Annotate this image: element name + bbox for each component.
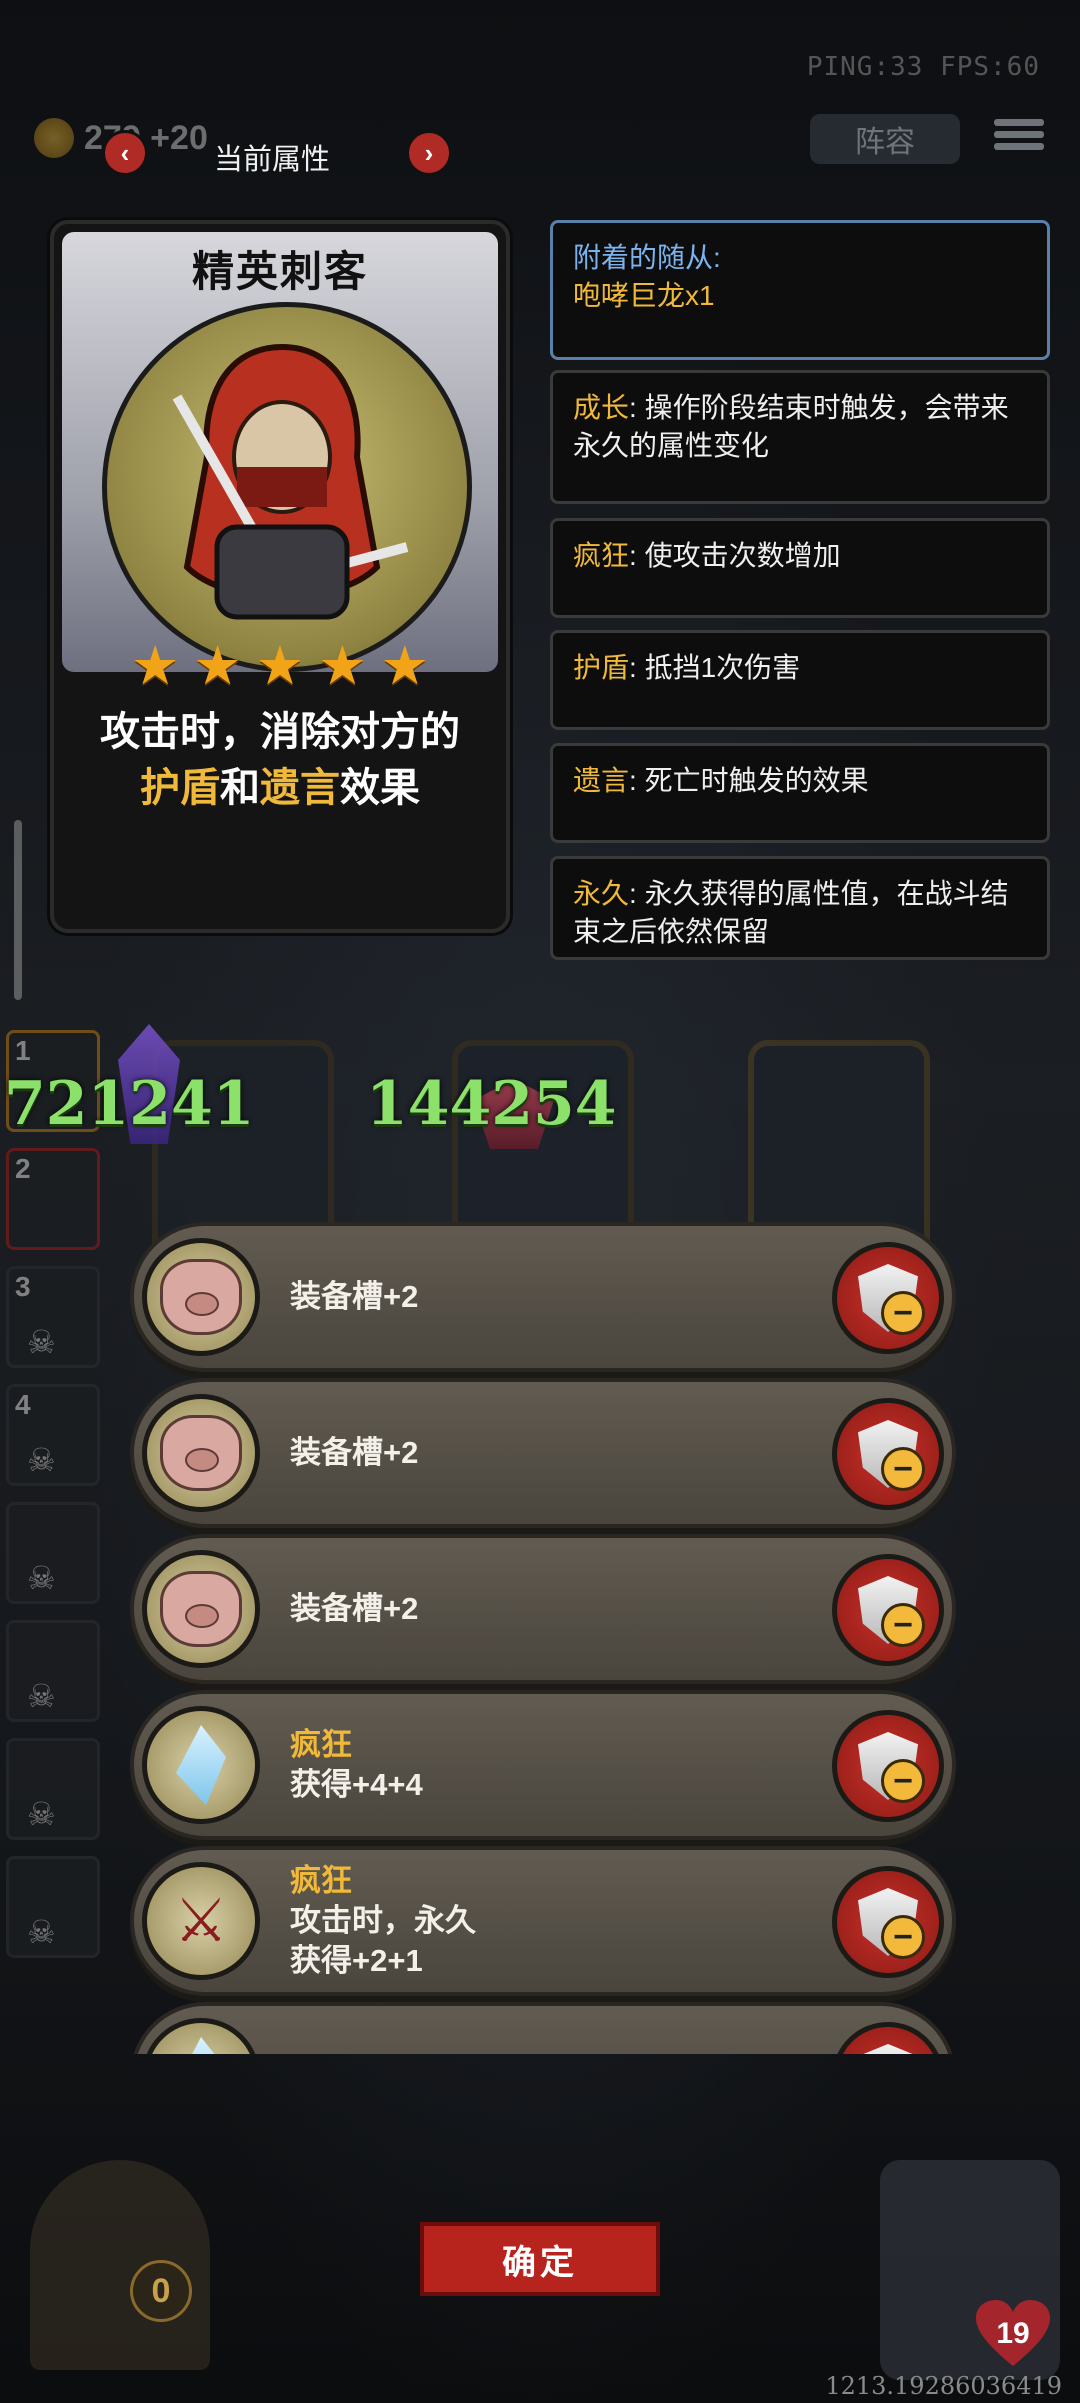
equipment-line: 装备槽+2 bbox=[290, 1279, 419, 1314]
legacy-keyword: 遗言 bbox=[573, 765, 630, 796]
minus-icon: − bbox=[881, 1915, 925, 1959]
equipment-list[interactable]: 装备槽+2− 装备槽+2− 装备槽+2− 疯狂 获得+4+4− ⚔ 疯狂 攻击时，永久 获得+2… bbox=[130, 1222, 956, 2054]
equipment-row[interactable]: 装备槽+2 − bbox=[130, 1222, 956, 1372]
attached-label: 附着的随从: bbox=[573, 242, 721, 273]
ping-fps-readout: PING:33 FPS:60 bbox=[806, 52, 1040, 82]
hooded-assassin-icon bbox=[172, 343, 409, 620]
equipment-text: 装备槽+2 bbox=[290, 1382, 418, 1524]
keyword-growth-panel: 成长: 操作阶段结束时触发，会带来永久的属性变化 bbox=[550, 370, 1050, 504]
remove-equipment-button[interactable]: − bbox=[832, 1398, 944, 1510]
keyword-shield-panel: 护盾: 抵挡1次伤害 bbox=[550, 630, 1050, 730]
minus-icon: − bbox=[881, 1447, 925, 1491]
attribute-title: 当前属性 bbox=[214, 144, 331, 176]
equipment-line: 获得+2+1 bbox=[290, 1943, 423, 1978]
equipment-row[interactable]: ⚔ 疯狂攻击时，永久 获得+2+1 − bbox=[130, 1846, 956, 1996]
remove-equipment-button[interactable]: − bbox=[832, 1242, 944, 1354]
prev-arrow-button[interactable]: ‹ bbox=[102, 130, 148, 176]
equipment-title: 疯狂 bbox=[290, 1727, 352, 1762]
card-art-frame: 精英刺客 bbox=[62, 232, 498, 672]
desc-keyword-shield: 护盾 bbox=[140, 766, 220, 810]
equipment-text: 疯狂获得+4+4 bbox=[290, 1694, 423, 1836]
swords-icon: ⚔ bbox=[142, 1862, 260, 1980]
permanent-keyword: 永久 bbox=[573, 878, 630, 909]
equipment-title: 疯狂 bbox=[290, 1863, 352, 1898]
legacy-text: : 死亡时触发的效果 bbox=[629, 765, 869, 796]
equipment-line: 装备槽+2 bbox=[290, 1435, 419, 1470]
growth-text: : 操作阶段结束时触发，会带来永久的属性变化 bbox=[573, 392, 1009, 461]
desc-keyword-legacy: 遗言 bbox=[260, 766, 340, 810]
assassin-portrait bbox=[102, 302, 472, 672]
star-icon: ★ bbox=[380, 636, 430, 696]
chest-count: 0 bbox=[130, 2260, 192, 2322]
attached-minion-panel: 附着的随从: 咆哮巨龙x1 bbox=[550, 220, 1050, 360]
pig-icon bbox=[142, 1238, 260, 1356]
menu-icon[interactable] bbox=[994, 114, 1044, 160]
minus-icon: − bbox=[881, 1759, 925, 1803]
growth-keyword: 成长 bbox=[573, 392, 630, 423]
coin-icon bbox=[34, 118, 74, 158]
minus-icon: − bbox=[881, 1291, 925, 1335]
pig-icon bbox=[142, 1394, 260, 1512]
desc-prefix: 攻击时，消除对方的 bbox=[100, 710, 460, 754]
crystal-icon bbox=[142, 2018, 260, 2054]
remove-equipment-button[interactable]: − bbox=[832, 1710, 944, 1822]
attack-value: 721241 bbox=[4, 1069, 255, 1139]
equipment-line: 装备槽+2 bbox=[290, 1591, 419, 1626]
star-icon: ★ bbox=[193, 636, 242, 696]
star-icon: ★ bbox=[255, 636, 305, 696]
star-icon: ★ bbox=[318, 636, 367, 696]
equipment-line: 获得+4+4 bbox=[290, 1767, 423, 1802]
keyword-frenzy-panel: 疯狂: 使攻击次数增加 bbox=[550, 518, 1050, 618]
equipment-text: 疯狂攻击时，永久 获得+2+1 bbox=[290, 1850, 476, 1992]
equipment-text: 装备槽+2 bbox=[290, 1538, 418, 1680]
keyword-permanent-panel: 永久: 永久获得的属性值，在战斗结束之后依然保留 bbox=[550, 856, 1050, 960]
star-rating: ★ ★ ★ ★ ★ bbox=[54, 639, 506, 693]
shield-keyword: 护盾 bbox=[573, 652, 630, 683]
lineup-button[interactable]: 阵容 bbox=[810, 114, 960, 164]
unit-name: 精英刺客 bbox=[191, 248, 368, 295]
minus-icon: − bbox=[881, 1603, 925, 1647]
frenzy-keyword: 疯狂 bbox=[573, 540, 630, 571]
attached-value: 咆哮巨龙x1 bbox=[573, 280, 715, 311]
remove-equipment-button[interactable]: − bbox=[832, 1866, 944, 1978]
version-text: 1213.19286036419 bbox=[825, 2372, 1062, 2400]
unit-card: 精英刺客 ★ ★ ★ ★ ★ 攻击时，消除对方的 护盾和遗言效果 721241 1442… bbox=[4, 220, 617, 1149]
desc-and: 和 bbox=[220, 766, 260, 810]
treasure-chest-icon[interactable] bbox=[30, 2160, 210, 2370]
health-value: 144254 bbox=[366, 1069, 617, 1139]
keyword-legacy-panel: 遗言: 死亡时触发的效果 bbox=[550, 743, 1050, 843]
equipment-text: 装备槽+2 bbox=[290, 1226, 418, 1368]
star-icon: ★ bbox=[130, 636, 180, 696]
shield-text: : 抵挡1次伤害 bbox=[629, 652, 801, 683]
equipment-row[interactable]: 疯狂获得+4+4 − bbox=[130, 1690, 956, 1840]
equipment-row[interactable]: 装备槽+2 − bbox=[130, 1378, 956, 1528]
shield-icon bbox=[858, 2044, 918, 2054]
next-arrow-button[interactable]: › bbox=[406, 130, 452, 176]
remove-equipment-button[interactable]: − bbox=[832, 2022, 944, 2054]
equipment-text: 疯狂 bbox=[290, 2006, 352, 2054]
equipment-row[interactable]: 装备槽+2 − bbox=[130, 1534, 956, 1684]
remove-equipment-button[interactable]: − bbox=[832, 1554, 944, 1666]
crystal-icon bbox=[142, 1706, 260, 1824]
scrollbar[interactable] bbox=[14, 820, 22, 1000]
permanent-text: : 永久获得的属性值，在战斗结束之后依然保留 bbox=[573, 878, 1009, 947]
desc-suffix: 效果 bbox=[340, 766, 420, 810]
equipment-row[interactable]: 疯狂 − bbox=[130, 2002, 956, 2054]
frenzy-text: : 使攻击次数增加 bbox=[629, 540, 841, 571]
confirm-button[interactable]: 确定 bbox=[420, 2222, 660, 2296]
equipment-line: 攻击时，永久 bbox=[290, 1903, 476, 1938]
unit-description: 攻击时，消除对方的 护盾和遗言效果 bbox=[74, 704, 486, 816]
pig-icon bbox=[142, 1550, 260, 1668]
